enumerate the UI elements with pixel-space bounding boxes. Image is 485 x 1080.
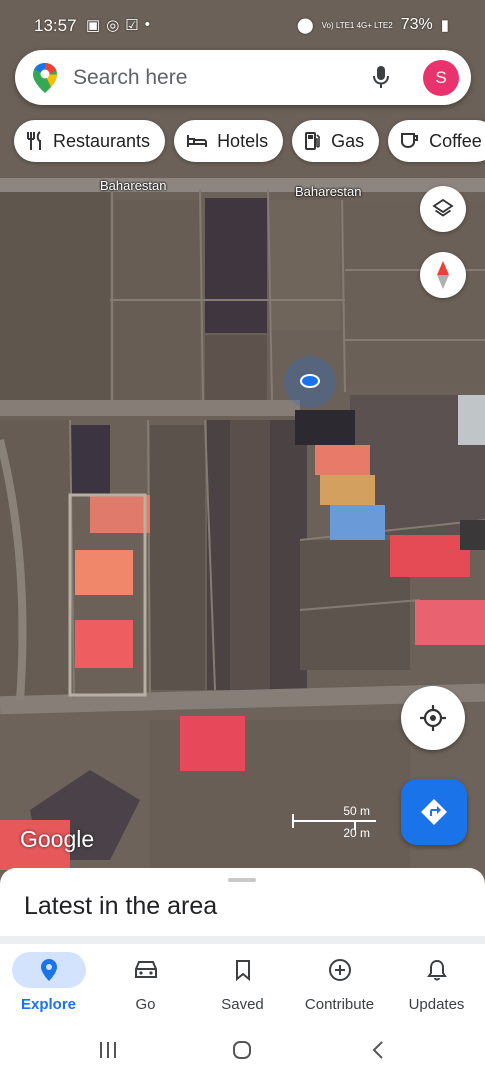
chip-gas[interactable]: Gas (292, 120, 380, 162)
battery-level: 73% (400, 16, 433, 33)
directions-icon (421, 799, 447, 825)
gas-pump-icon (305, 132, 320, 150)
my-location-button[interactable] (401, 686, 465, 750)
map-scale: 50 m 20 m (292, 802, 376, 840)
dot-icon: • (144, 16, 150, 33)
search-bar[interactable]: S (15, 50, 471, 105)
car-icon (134, 961, 157, 978)
back-icon[interactable] (370, 1040, 386, 1060)
fork-knife-icon (27, 131, 41, 150)
category-chips: Restaurants Hotels Gas Coffee (14, 120, 485, 162)
home-icon[interactable] (232, 1040, 252, 1060)
sheet-drag-handle[interactable] (228, 878, 256, 882)
chip-label: Gas (331, 130, 365, 151)
chip-coffee[interactable]: Coffee (388, 120, 485, 162)
chip-label: Restaurants (53, 130, 151, 151)
tab-saved[interactable]: Saved (194, 944, 291, 1024)
tab-explore[interactable]: Explore (0, 944, 97, 1024)
layers-icon (432, 198, 454, 217)
maps-logo-icon (32, 62, 58, 99)
chip-hotels[interactable]: Hotels (174, 120, 284, 162)
layers-button[interactable] (420, 186, 466, 232)
notification-icons: ▣ ◎ ☑ • (86, 16, 150, 34)
bookmark-icon (235, 960, 250, 981)
microphone-icon[interactable] (371, 64, 391, 95)
compass-button[interactable] (420, 252, 466, 298)
bed-icon (187, 135, 208, 147)
system-navigation-bar (0, 1024, 485, 1080)
whatsapp-icon: ◎ (106, 17, 120, 34)
sheet-title: Latest in the area (24, 892, 218, 920)
tab-contribute[interactable]: Contribute (291, 944, 388, 1024)
battery-icon: ▮ (440, 17, 449, 34)
bell-icon (426, 959, 447, 981)
directions-button[interactable] (401, 779, 467, 845)
sheet-divider (0, 936, 485, 944)
road-label-baharestan-1: Baharestan (100, 178, 167, 193)
recent-apps-icon[interactable] (98, 1040, 118, 1060)
tab-label: Explore (20, 996, 77, 1013)
network-status: Vo) LTE1 4G+ LTE2 (321, 20, 393, 30)
tab-updates[interactable]: Updates (388, 944, 485, 1024)
compass-icon (437, 261, 449, 289)
account-avatar[interactable]: S (423, 60, 459, 96)
tab-label: Contribute (304, 996, 375, 1013)
coffee-cup-icon (401, 133, 419, 149)
google-attribution: Google (20, 826, 95, 852)
crosshair-icon (420, 705, 446, 731)
image-notification-icon: ▣ (86, 17, 101, 34)
tab-go[interactable]: Go (97, 944, 194, 1024)
chip-restaurants[interactable]: Restaurants (14, 120, 166, 162)
tab-label: Go (135, 996, 156, 1013)
status-bar: 13:57 ▣ ◎ ☑ • ⬤ Vo) LTE1 4G+ LTE2 73% ▮ (0, 0, 485, 52)
scale-label-bottom: 20 m (343, 826, 370, 840)
bottom-navigation: Explore Go Saved Contribute Updates (0, 944, 485, 1024)
road-label-baharestan-2: Baharestan (295, 184, 362, 199)
tab-label: Updates (408, 996, 465, 1013)
status-time: 13:57 (34, 16, 77, 35)
add-circle-icon (328, 959, 351, 981)
check-notification-icon: ☑ (125, 17, 139, 34)
chip-label: Coffee (429, 130, 482, 151)
tab-label: Saved (221, 996, 264, 1013)
chip-label: Hotels (217, 130, 269, 151)
location-status-icon: ⬤ (296, 17, 314, 34)
scale-label-top: 50 m (343, 804, 370, 818)
search-input[interactable] (73, 60, 363, 96)
location-pin-icon (40, 959, 57, 981)
